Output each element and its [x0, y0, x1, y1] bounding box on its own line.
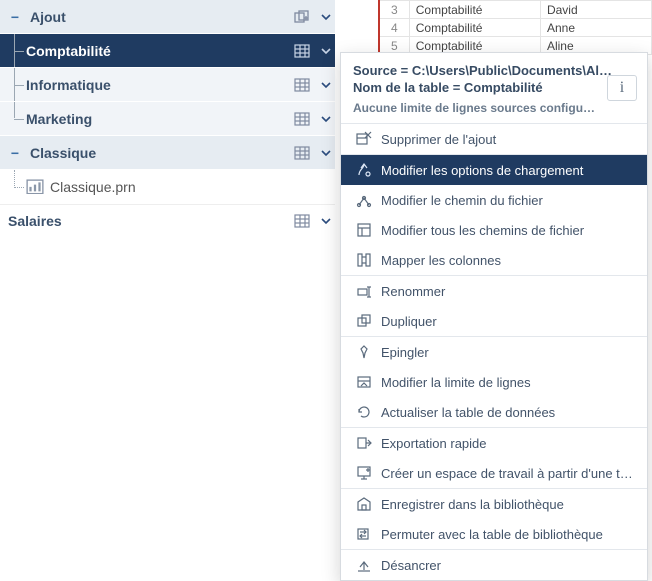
collapse-icon[interactable]: − [8, 145, 22, 161]
data-table-preview: 3 Comptabilité David 4 Comptabilité Anne… [378, 0, 652, 55]
row-col2: Anne [540, 19, 651, 37]
rename-icon [353, 283, 375, 299]
remove-from-append-icon [353, 131, 375, 147]
chevron-down-icon[interactable] [317, 114, 335, 124]
menu-item-remove-from-append[interactable]: Supprimer de l'ajout [341, 124, 647, 154]
tree-item-label: Comptabilité [26, 43, 111, 59]
row-col1: Comptabilité [409, 1, 540, 19]
edit-path-icon [353, 192, 375, 208]
menu-item-undock[interactable]: Désancrer [341, 550, 647, 580]
grid-icon [291, 76, 313, 94]
grid-icon [291, 42, 313, 60]
chevron-down-icon[interactable] [317, 148, 335, 158]
refresh-icon [353, 404, 375, 420]
menu-item-label: Modifier la limite de lignes [381, 375, 635, 390]
context-table-line: Nom de la table = Comptabilité [353, 80, 635, 95]
map-columns-icon [353, 252, 375, 268]
row-index: 4 [379, 19, 409, 37]
grid-icon [291, 110, 313, 128]
menu-item-swap-library[interactable]: Permuter avec la table de bibliothèque [341, 519, 647, 549]
context-source-line: Source = C:\Users\Public\Documents\Al… [353, 63, 635, 78]
tables-tree: − Ajout Comptabilité Informatique Market… [0, 0, 335, 238]
menu-item-label: Enregistrer dans la bibliothèque [381, 497, 635, 512]
menu-item-label: Mapper les colonnes [381, 253, 635, 268]
context-limit-hint: Aucune limite de lignes sources configu… [353, 101, 635, 115]
menu-item-label: Supprimer de l'ajout [381, 132, 635, 147]
swap-library-icon [353, 526, 375, 542]
collapse-icon[interactable]: − [8, 9, 22, 25]
tree-group-label: Classique [30, 145, 96, 161]
save-library-icon [353, 496, 375, 512]
menu-item-label: Renommer [381, 284, 635, 299]
menu-item-edit-all-paths[interactable]: Modifier tous les chemins de fichier [341, 215, 647, 245]
undock-icon [353, 557, 375, 573]
menu-item-label: Modifier le chemin du fichier [381, 193, 635, 208]
info-button[interactable]: i [607, 75, 637, 101]
menu-item-create-workspace[interactable]: Créer un espace de travail à partir d'un… [341, 458, 647, 488]
tree-item-label: Salaires [8, 213, 62, 229]
tree-item-label: Marketing [26, 111, 92, 127]
tree-group-classique[interactable]: − Classique [0, 136, 335, 170]
duplicate-icon [353, 313, 375, 329]
chevron-down-icon[interactable] [317, 80, 335, 90]
chevron-down-icon[interactable] [317, 216, 335, 226]
tree-item-file[interactable]: Classique.prn [0, 170, 335, 204]
menu-item-label: Epingler [381, 345, 635, 360]
export-icon [353, 435, 375, 451]
row-col2: David [540, 1, 651, 19]
pin-icon [353, 344, 375, 360]
menu-item-duplicate[interactable]: Dupliquer [341, 306, 647, 336]
context-menu: Source = C:\Users\Public\Documents\Al… N… [340, 52, 648, 581]
tree-item-label: Informatique [26, 77, 111, 93]
table-row: 3 Comptabilité David [379, 1, 652, 19]
menu-item-rename[interactable]: Renommer [341, 276, 647, 306]
menu-item-label: Désancrer [381, 558, 635, 573]
menu-item-label: Dupliquer [381, 314, 635, 329]
menu-item-label: Actualiser la table de données [381, 405, 635, 420]
row-limit-icon [353, 374, 375, 390]
table-row: 4 Comptabilité Anne [379, 19, 652, 37]
menu-item-row-limit[interactable]: Modifier la limite de lignes [341, 367, 647, 397]
tree-item-marketing[interactable]: Marketing [0, 102, 335, 136]
edit-all-paths-icon [353, 222, 375, 238]
grid-icon [291, 212, 313, 230]
tree-item-label: Classique.prn [50, 179, 136, 195]
row-index: 3 [379, 1, 409, 19]
load-options-icon [353, 162, 375, 178]
tree-item-salaires[interactable]: Salaires [0, 204, 335, 238]
menu-item-label: Modifier tous les chemins de fichier [381, 223, 635, 238]
menu-item-edit-path[interactable]: Modifier le chemin du fichier [341, 185, 647, 215]
tree-group-ajout[interactable]: − Ajout [0, 0, 335, 34]
menu-item-label: Créer un espace de travail à partir d'un… [381, 466, 635, 481]
report-file-icon [26, 180, 44, 194]
menu-item-save-library[interactable]: Enregistrer dans la bibliothèque [341, 489, 647, 519]
tree-item-informatique[interactable]: Informatique [0, 68, 335, 102]
tree-group-label: Ajout [30, 9, 66, 25]
row-col1: Comptabilité [409, 19, 540, 37]
menu-item-load-options[interactable]: Modifier les options de chargement [341, 155, 647, 185]
menu-item-label: Modifier les options de chargement [381, 163, 635, 178]
grid-icon [291, 144, 313, 162]
duplicate-icon[interactable] [291, 8, 313, 26]
create-workspace-icon [353, 465, 375, 481]
menu-item-label: Exportation rapide [381, 436, 635, 451]
chevron-down-icon[interactable] [317, 12, 335, 22]
menu-item-label: Permuter avec la table de bibliothèque [381, 527, 635, 542]
chevron-down-icon[interactable] [317, 46, 335, 56]
menu-item-refresh[interactable]: Actualiser la table de données [341, 397, 647, 427]
tree-item-comptabilite[interactable]: Comptabilité [0, 34, 335, 68]
menu-item-quick-export[interactable]: Exportation rapide [341, 428, 647, 458]
context-header: Source = C:\Users\Public\Documents\Al… N… [341, 53, 647, 123]
menu-item-map-columns[interactable]: Mapper les colonnes [341, 245, 647, 275]
menu-item-pin[interactable]: Epingler [341, 337, 647, 367]
